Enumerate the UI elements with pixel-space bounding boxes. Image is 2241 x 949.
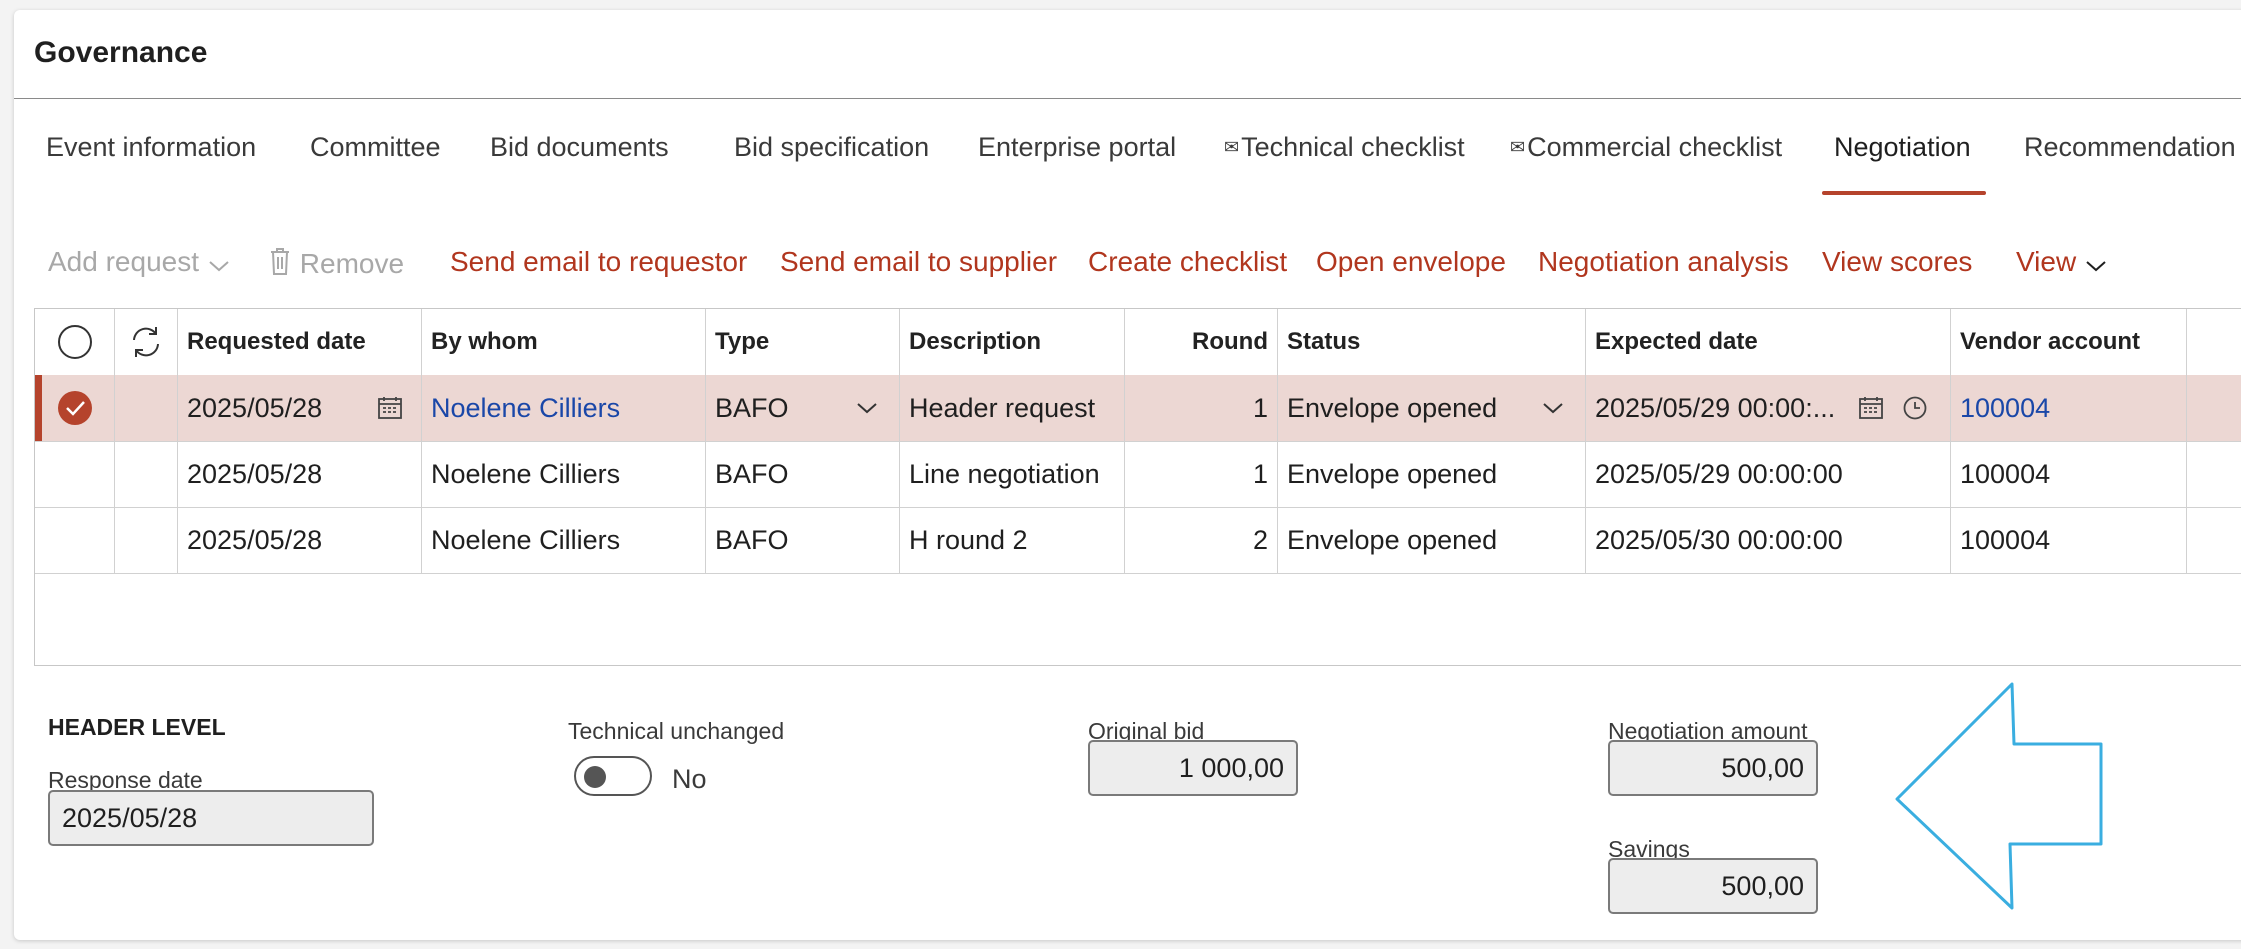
description-cell[interactable]: Header request [900,375,1125,441]
row-cell-empty [115,375,178,441]
by-whom-cell[interactable]: Noelene Cilliers [422,441,706,507]
tab-negotiation[interactable]: Negotiation [1834,132,1971,163]
table-row[interactable]: 2025/05/28 Noelene Cilliers BAFO Line ne… [35,441,2241,508]
column-header-by-whom[interactable]: By whom [422,309,706,375]
expected-date-cell[interactable]: 2025/05/30 00:00:00 [1586,507,1951,573]
trash-icon [271,248,289,275]
governance-panel: Governance Event information Committee B… [14,10,2241,940]
by-whom-link[interactable]: Noelene Cilliers [422,375,706,441]
technical-unchanged-label: Technical unchanged [568,718,785,744]
tab-enterprise-portal[interactable]: Enterprise portal [978,132,1176,163]
status-cell[interactable]: Envelope opened [1278,441,1586,507]
view-menu-button[interactable]: View [2016,246,2108,278]
savings-field[interactable]: 500,00 [1608,858,1818,914]
calendar-icon[interactable] [1858,395,1884,421]
annotation-arrow-icon [1895,682,2103,910]
select-all-checkbox[interactable] [35,309,115,375]
send-email-to-requestor-button[interactable]: Send email to requestor [450,246,747,278]
requested-date-cell[interactable]: 2025/05/28 [178,507,422,573]
tab-bid-documents[interactable]: Bid documents [490,132,669,163]
page-title: Governance [34,36,208,69]
tab-commercial-checklist[interactable]: ✉Commercial checklist [1510,132,1782,163]
row-checkbox[interactable] [35,507,115,573]
requested-date-cell[interactable]: 2025/05/28 [178,441,422,507]
clock-icon[interactable] [1902,395,1928,421]
requested-date-cell[interactable]: 2025/05/28 [178,375,422,441]
vendor-account-cell[interactable]: 100004 [1951,507,2187,573]
add-request-button[interactable]: Add request [48,246,231,278]
response-date-field[interactable]: 2025/05/28 [48,790,374,846]
calendar-icon[interactable] [377,395,403,421]
round-cell[interactable]: 1 [1125,375,1278,441]
status-select[interactable]: Envelope opened [1278,375,1586,441]
status-cell[interactable]: Envelope opened [1278,507,1586,573]
vendor-account-cell[interactable]: 100004 [1951,441,2187,507]
negotiation-analysis-button[interactable]: Negotiation analysis [1538,246,1789,278]
toggle-knob [584,766,606,788]
type-cell[interactable]: BAFO [706,441,900,507]
active-tab-indicator [1822,191,1986,195]
view-scores-button[interactable]: View scores [1822,246,1972,278]
chevron-down-icon [209,261,229,272]
chevron-down-icon [1543,403,1563,414]
column-header-expected-date[interactable]: Expected date [1586,309,1951,375]
refresh-icon[interactable] [115,309,178,375]
send-email-to-supplier-button[interactable]: Send email to supplier [780,246,1057,278]
tab-recommendation[interactable]: Recommendation [2024,132,2236,163]
description-cell[interactable]: H round 2 [900,507,1125,573]
expected-date-cell[interactable]: 2025/05/29 00:00:... [1586,375,1951,441]
negotiation-grid: Requested date By whom Type Description … [34,308,2241,666]
column-header-round[interactable]: Round [1125,309,1278,375]
tab-event-information[interactable]: Event information [46,132,256,163]
remove-button[interactable]: Remove [268,246,404,280]
technical-unchanged-value: No [672,764,707,794]
envelope-icon: ✉ [1510,137,1526,157]
technical-unchanged-toggle[interactable] [574,756,652,796]
type-cell[interactable]: BAFO [706,507,900,573]
chevron-down-icon [2086,261,2106,272]
column-header-type[interactable]: Type [706,309,900,375]
column-header-vendor-account[interactable]: Vendor account [1951,309,2187,375]
negotiation-amount-field[interactable]: 500,00 [1608,740,1818,796]
column-header-description[interactable]: Description [900,309,1125,375]
round-cell[interactable]: 1 [1125,441,1278,507]
vendor-account-link[interactable]: 100004 [1951,375,2187,441]
row-checkbox[interactable] [35,441,115,507]
expected-date-cell[interactable]: 2025/05/29 00:00:00 [1586,441,1951,507]
column-header-status[interactable]: Status [1278,309,1586,375]
column-header-requested-date[interactable]: Requested date [178,309,422,375]
open-envelope-button[interactable]: Open envelope [1316,246,1506,278]
row-checkbox-checked[interactable] [35,375,115,441]
table-row[interactable]: 2025/05/28 Noelene Cilliers BAFO Header … [35,375,2241,442]
row-cell-empty [115,441,178,507]
tab-technical-checklist[interactable]: ✉Technical checklist [1224,132,1465,163]
header-level-title: HEADER LEVEL [48,714,226,740]
chevron-down-icon [857,403,877,414]
create-checklist-button[interactable]: Create checklist [1088,246,1287,278]
round-cell[interactable]: 2 [1125,507,1278,573]
description-cell[interactable]: Line negotiation [900,441,1125,507]
table-row[interactable]: 2025/05/28 Noelene Cilliers BAFO H round… [35,507,2241,574]
title-divider [14,98,2241,99]
tab-bid-specification[interactable]: Bid specification [734,132,929,163]
tab-committee[interactable]: Committee [310,132,441,163]
row-cell-empty [115,507,178,573]
grid-header-row: Requested date By whom Type Description … [35,309,2241,376]
by-whom-cell[interactable]: Noelene Cilliers [422,507,706,573]
original-bid-field[interactable]: 1 000,00 [1088,740,1298,796]
type-select[interactable]: BAFO [706,375,900,441]
envelope-icon: ✉ [1224,137,1240,157]
